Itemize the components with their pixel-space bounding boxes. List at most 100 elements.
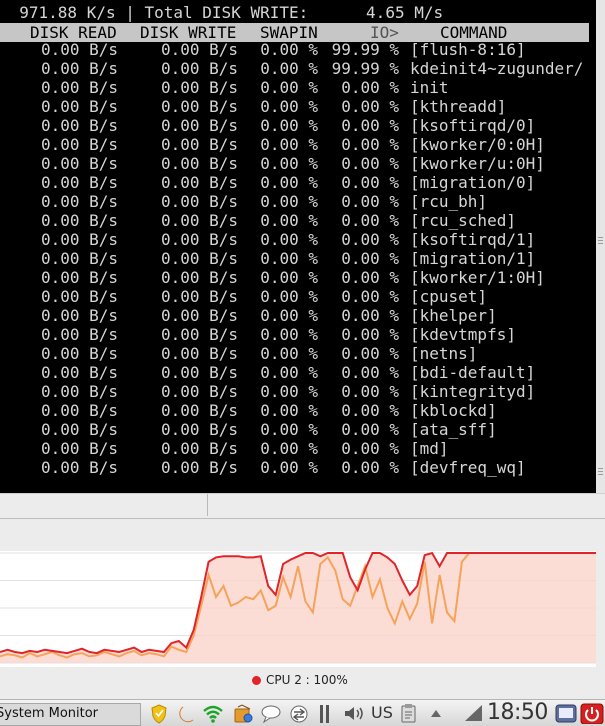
process-row[interactable]: 0.00 B/s 0.00 B/s 0.00 % 0.00 % [ksoftirqd/1… <box>0 230 596 249</box>
swapin-value: 0.00 % <box>260 344 318 363</box>
process-row[interactable]: 0.00 B/s 0.00 B/s 0.00 % 0.00 % init <box>0 78 596 97</box>
iotop-terminal[interactable]: 971.88 K/s | Total DISK WRITE: 4.65 M/s … <box>0 0 596 493</box>
process-row[interactable]: 0.00 B/s 0.00 B/s 0.00 % 0.00 % [kworker/0:0… <box>0 135 596 154</box>
network-share-icon[interactable] <box>288 703 310 724</box>
process-row[interactable]: 0.00 B/s 0.00 B/s 0.00 % 0.00 % [kworker/u:0… <box>0 154 596 173</box>
disk-read-value: 0.00 B/s <box>40 363 118 382</box>
disk-read-value: 0.00 B/s <box>40 268 118 287</box>
process-row[interactable]: 0.00 B/s 0.00 B/s 0.00 % 0.00 % [ksoftirqd/0… <box>0 116 596 135</box>
clipboard-icon[interactable] <box>400 703 418 724</box>
disk-write-value: 0.00 B/s <box>160 192 238 211</box>
process-row[interactable]: 0.00 B/s 0.00 B/s 0.00 % 0.00 % [netns] <box>0 344 596 363</box>
command-value: [migration/1] <box>410 249 536 268</box>
process-row[interactable]: 0.00 B/s 0.00 B/s 0.00 % 0.00 % [kworker/1:0… <box>0 268 596 287</box>
command-value: [md] <box>410 439 449 458</box>
process-row[interactable]: 0.00 B/s 0.00 B/s 0.00 % 0.00 % [rcu_bh] <box>0 192 596 211</box>
swapin-value: 0.00 % <box>260 306 318 325</box>
taskbar-system-monitor-button[interactable]: System Monitor <box>0 703 141 726</box>
swapin-value: 0.00 % <box>260 287 318 306</box>
disk-read-value: 0.00 B/s <box>40 192 118 211</box>
disk-write-value: 0.00 B/s <box>160 344 238 363</box>
process-row[interactable]: 0.00 B/s 0.00 B/s 0.00 % 99.99 % [flush-8:16… <box>0 40 596 59</box>
disk-write-value: 0.00 B/s <box>160 382 238 401</box>
io-value: 0.00 % <box>341 135 399 154</box>
chat-bubble-icon[interactable] <box>260 703 282 724</box>
swapin-value: 0.00 % <box>260 78 318 97</box>
process-row[interactable]: 0.00 B/s 0.00 B/s 0.00 % 0.00 % [kblockd] <box>0 401 596 420</box>
io-value: 0.00 % <box>341 268 399 287</box>
process-row[interactable]: 0.00 B/s 0.00 B/s 0.00 % 0.00 % [md] <box>0 439 596 458</box>
process-row[interactable]: 0.00 B/s 0.00 B/s 0.00 % 0.00 % [kthreadd] <box>0 97 596 116</box>
disk-write-value: 0.00 B/s <box>160 116 238 135</box>
process-row[interactable]: 0.00 B/s 0.00 B/s 0.00 % 0.00 % [migration/1… <box>0 249 596 268</box>
swapin-value: 0.00 % <box>260 135 318 154</box>
disk-write-value: 0.00 B/s <box>160 59 238 78</box>
io-value: 0.00 % <box>341 287 399 306</box>
cpu-history-panel: CPU 2 : 100% <box>0 519 605 699</box>
disk-read-value: 0.00 B/s <box>40 173 118 192</box>
swapin-value: 0.00 % <box>260 382 318 401</box>
command-value: kdeinit4~zugunder/ <box>410 59 584 78</box>
disk-write-value: 0.00 B/s <box>160 287 238 306</box>
io-value: 0.00 % <box>341 401 399 420</box>
lock-screen-icon[interactable] <box>554 703 578 724</box>
process-row[interactable]: 0.00 B/s 0.00 B/s 0.00 % 0.00 % [khelper] <box>0 306 596 325</box>
weather-moon-icon[interactable] <box>175 703 197 724</box>
command-value: [bdi-default] <box>410 363 536 382</box>
battery-icon[interactable] <box>462 703 484 724</box>
process-row[interactable]: 0.00 B/s 0.00 B/s 0.00 % 0.00 % [bdi-default… <box>0 363 596 382</box>
disk-read-value: 0.00 B/s <box>40 230 118 249</box>
volume-icon[interactable] <box>342 703 366 724</box>
disk-read-value: 0.00 B/s <box>40 382 118 401</box>
pause-separator-icon <box>320 705 329 723</box>
show-hidden-icons-arrow[interactable] <box>428 703 444 724</box>
process-row[interactable]: 0.00 B/s 0.00 B/s 0.00 % 0.00 % [rcu_sched] <box>0 211 596 230</box>
io-value: 0.00 % <box>341 344 399 363</box>
command-value: [netns] <box>410 344 478 363</box>
window-divider <box>0 493 605 520</box>
wifi-icon[interactable] <box>202 703 224 724</box>
package-updates-icon[interactable] <box>232 703 254 724</box>
disk-read-value: 0.00 B/s <box>40 78 118 97</box>
process-row[interactable]: 0.00 B/s 0.00 B/s 0.00 % 0.00 % [cpuset] <box>0 287 596 306</box>
command-value: init <box>410 78 449 97</box>
cpu-history-graph <box>0 551 596 667</box>
swapin-value: 0.00 % <box>260 401 318 420</box>
disk-read-value: 0.00 B/s <box>40 306 118 325</box>
io-value: 99.99 % <box>331 59 399 78</box>
command-value: [rcu_bh] <box>410 192 488 211</box>
process-row[interactable]: 0.00 B/s 0.00 B/s 0.00 % 0.00 % [kdevtmpfs] <box>0 325 596 344</box>
disk-write-value: 0.00 B/s <box>160 268 238 287</box>
command-value: [flush-8:16] <box>410 40 526 59</box>
disk-write-value: 0.00 B/s <box>160 401 238 420</box>
process-row[interactable]: 0.00 B/s 0.00 B/s 0.00 % 0.00 % [devfreq_wq] <box>0 458 596 477</box>
process-row[interactable]: 0.00 B/s 0.00 B/s 0.00 % 99.99 % kdeinit4~zu… <box>0 59 596 78</box>
disk-write-value: 0.00 B/s <box>160 40 238 59</box>
terminal-scrollbar[interactable] <box>596 0 605 493</box>
keyboard-layout-label[interactable]: US <box>371 703 393 722</box>
command-value: [kintegrityd] <box>410 382 536 401</box>
disk-read-value: 0.00 B/s <box>40 344 118 363</box>
disk-write-value: 0.00 B/s <box>160 325 238 344</box>
power-icon[interactable] <box>580 703 604 724</box>
process-row[interactable]: 0.00 B/s 0.00 B/s 0.00 % 0.00 % [migration/0… <box>0 173 596 192</box>
disk-read-value: 0.00 B/s <box>40 249 118 268</box>
process-row[interactable]: 0.00 B/s 0.00 B/s 0.00 % 0.00 % [ata_sff] <box>0 420 596 439</box>
swapin-value: 0.00 % <box>260 192 318 211</box>
disk-read-value: 0.00 B/s <box>40 420 118 439</box>
shield-icon[interactable] <box>150 703 168 724</box>
process-row[interactable]: 0.00 B/s 0.00 B/s 0.00 % 0.00 % [kintegrityd… <box>0 382 596 401</box>
command-value: [cpuset] <box>410 287 488 306</box>
disk-write-value: 0.00 B/s <box>160 363 238 382</box>
swapin-value: 0.00 % <box>260 154 318 173</box>
io-value: 0.00 % <box>341 154 399 173</box>
totals-line: 971.88 K/s | Total DISK WRITE: 4.65 M/s <box>0 3 444 22</box>
command-value: [ksoftirqd/0] <box>410 116 536 135</box>
cpu-legend-label: CPU 2 : 100% <box>266 673 348 687</box>
swapin-value: 0.00 % <box>260 59 318 78</box>
command-value: [kblockd] <box>410 401 497 420</box>
cpu2-color-dot <box>252 676 261 685</box>
io-value: 0.00 % <box>341 363 399 382</box>
command-value: [khelper] <box>410 306 497 325</box>
clock[interactable]: 18:50 <box>487 700 548 725</box>
